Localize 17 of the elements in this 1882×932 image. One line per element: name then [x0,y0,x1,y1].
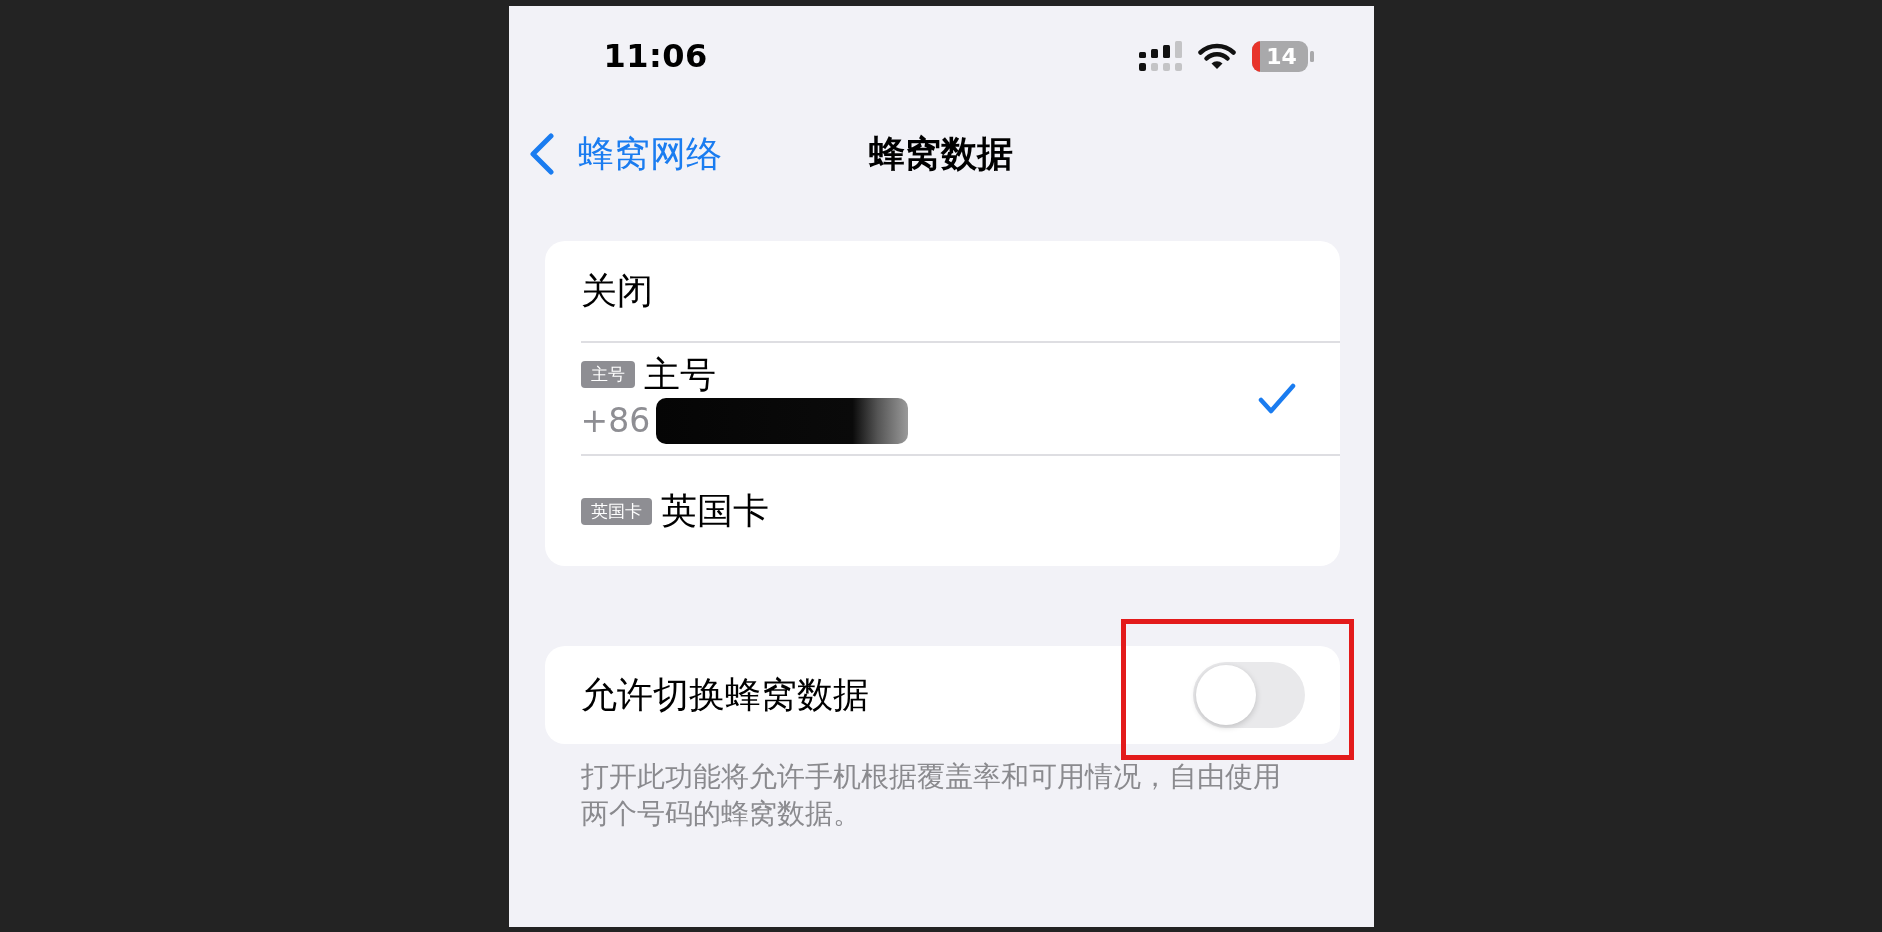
nav-title: 蜂窝数据 [869,131,1013,176]
setting-label: 允许切换蜂窝数据 [580,672,869,717]
status-time: 11:06 [603,37,708,75]
wifi-icon [1197,42,1236,70]
chevron-left-icon [528,133,555,175]
option-label: 关闭 [580,270,653,312]
option-row[interactable]: 英国卡 英国卡 [580,454,1340,566]
back-button[interactable]: 蜂窝网络 [528,129,722,179]
option-row[interactable]: 主号 主号 +86 [580,341,1340,454]
sim-badge: 英国卡 [580,497,652,525]
option-label: 英国卡 [660,490,769,532]
option-row[interactable]: 关闭 [580,241,1340,341]
sim-badge: 主号 [580,361,635,388]
phone-number: +86 [580,399,651,442]
footer-note: 打开此功能将允许手机根据覆盖率和可用情况，自由使用两个号码的蜂窝数据。 [580,759,1282,832]
cellular-signal-icon [1138,40,1182,72]
option-label: 主号 [643,353,716,396]
